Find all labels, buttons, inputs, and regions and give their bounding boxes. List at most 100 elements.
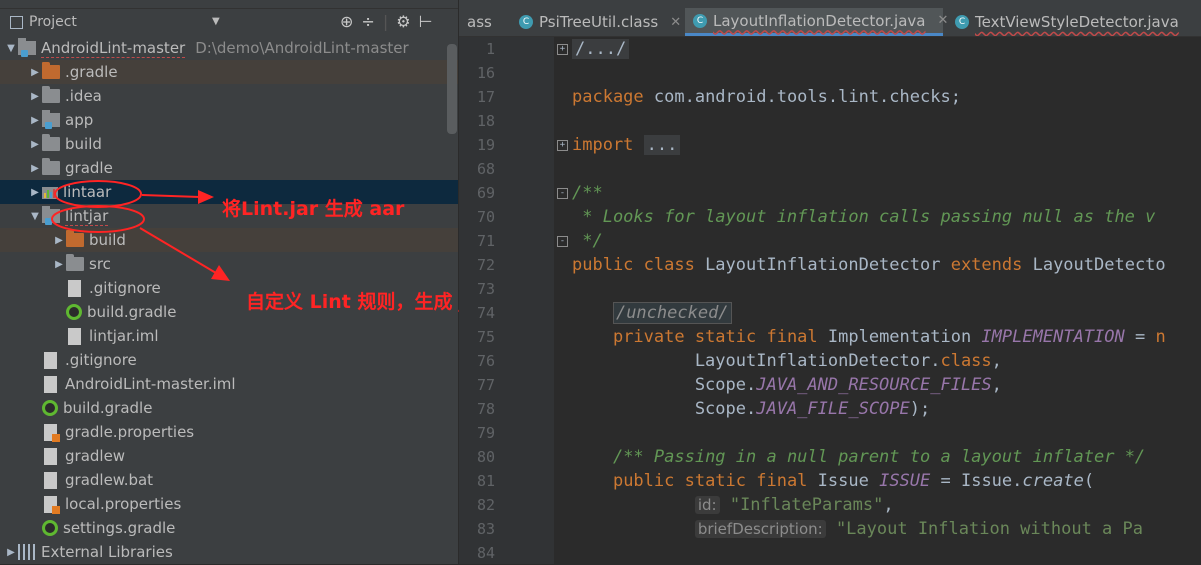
collapsed-arrow-icon[interactable]: ▶ xyxy=(28,115,42,126)
code-line[interactable]: private static final Implementation IMPL… xyxy=(572,325,1166,349)
project-title: Project xyxy=(29,14,77,30)
tree-item-label: gradlew.bat xyxy=(65,471,154,489)
tree-item-src[interactable]: ▶ src xyxy=(0,252,458,276)
tree-item-gradle-properties[interactable]: gradle.properties xyxy=(0,420,458,444)
tree-item-label: settings.gradle xyxy=(63,519,176,537)
line-number: 73 xyxy=(476,280,495,298)
tree-item-build[interactable]: ▶ build xyxy=(0,132,458,156)
excluded-folder-icon xyxy=(66,230,84,247)
tab-label: ass xyxy=(467,13,492,31)
code-line[interactable]: public static final Issue ISSUE = Issue.… xyxy=(572,469,1094,493)
code-line[interactable]: */ xyxy=(572,229,602,253)
project-view-selector[interactable]: Project xyxy=(10,12,77,32)
tree-item-settings-gradle[interactable]: settings.gradle xyxy=(0,516,458,540)
line-number: 18 xyxy=(476,112,495,130)
code-line[interactable]: * Looks for layout inflation calls passi… xyxy=(572,205,1155,229)
tree-item-local-properties[interactable]: local.properties xyxy=(0,492,458,516)
editor-tab-textviewstyledetector-java[interactable]: C TextViewStyleDetector.java xyxy=(947,8,1201,36)
collapsed-arrow-icon[interactable]: ▶ xyxy=(52,235,66,246)
collapsed-arrow-icon[interactable]: ▶ xyxy=(4,547,18,558)
lintjar-annotation: 自定义 Lint 规则，生成 jar xyxy=(246,291,488,313)
line-number: 79 xyxy=(476,424,495,442)
code-line[interactable]: /** xyxy=(572,181,603,205)
tree-item-label: lintjar xyxy=(65,206,109,226)
folder-icon xyxy=(66,254,84,271)
tree-item-label: lintjar.iml xyxy=(89,327,159,345)
toolbar-top-strip xyxy=(0,0,458,9)
tree-item-build[interactable]: ▶ build xyxy=(0,228,458,252)
code-line[interactable]: briefDescription: "Layout Inflation with… xyxy=(572,517,1143,541)
collapsed-arrow-icon[interactable]: ▶ xyxy=(28,187,42,198)
collapse-all-icon[interactable]: ÷ xyxy=(361,12,374,31)
tree-item-gradlew[interactable]: gradlew xyxy=(0,444,458,468)
properties-file-icon xyxy=(44,495,60,514)
tree-item-build-gradle[interactable]: build.gradle xyxy=(0,396,458,420)
code-line[interactable]: /unchecked/ xyxy=(572,301,732,325)
expanded-arrow-icon[interactable]: ▼ xyxy=(4,43,18,54)
tree-item-idea[interactable]: ▶ .idea xyxy=(0,84,458,108)
line-number: 81 xyxy=(476,472,495,490)
gear-icon[interactable]: ⚙ xyxy=(396,12,410,31)
collapsed-arrow-icon[interactable]: ▶ xyxy=(28,139,42,150)
properties-file-icon xyxy=(44,423,60,442)
line-number: 82 xyxy=(476,496,495,514)
code-line[interactable]: package com.android.tools.lint.checks; xyxy=(572,85,961,109)
code-line[interactable]: import ... xyxy=(572,133,681,157)
line-number: 68 xyxy=(476,160,495,178)
code-line[interactable]: /.../ xyxy=(572,37,630,61)
tree-item-gradlew-bat[interactable]: gradlew.bat xyxy=(0,468,458,492)
collapsed-arrow-icon[interactable]: ▶ xyxy=(28,67,42,78)
tree-item-label: .gitignore xyxy=(65,351,137,369)
editor-tab-ass[interactable]: ass xyxy=(459,8,509,36)
project-scrollbar[interactable] xyxy=(447,44,457,134)
tree-item-androidlint-master-iml[interactable]: AndroidLint-master.iml xyxy=(0,372,458,396)
line-number: 83 xyxy=(476,520,495,538)
collapsed-arrow-icon[interactable]: ▶ xyxy=(28,163,42,174)
tree-item-gradle[interactable]: ▶ .gradle xyxy=(0,60,458,84)
hide-icon[interactable]: ⊢ xyxy=(419,12,433,31)
code-line[interactable]: id: "InflateParams", xyxy=(572,493,894,517)
expand-fold-icon[interactable]: + xyxy=(557,140,568,151)
chevron-down-icon[interactable]: ▼ xyxy=(212,16,220,27)
expanded-arrow-icon[interactable]: ▼ xyxy=(28,211,42,222)
tree-item-androidlint-master[interactable]: ▼ AndroidLint-master D:\demo\AndroidLint-m… xyxy=(0,36,458,60)
collapsed-arrow-icon[interactable]: ▶ xyxy=(52,259,66,270)
collapse-fold-icon[interactable]: - xyxy=(557,188,568,199)
editor-tab-layoutinflationdetector-java[interactable]: C LayoutInflationDetector.java ✕ xyxy=(685,8,948,36)
gradle-icon xyxy=(42,400,58,416)
line-number: 84 xyxy=(476,544,495,562)
tree-item-external-libraries[interactable]: ▶ External Libraries xyxy=(0,540,458,564)
tree-item-label: gradle xyxy=(65,159,113,177)
code-line[interactable]: public class LayoutInflationDetector ext… xyxy=(572,253,1166,277)
tab-label: PsiTreeUtil.class xyxy=(539,13,659,31)
tree-item-gradle[interactable]: ▶ gradle xyxy=(0,156,458,180)
code-line[interactable]: LayoutInflationDetector.class, xyxy=(572,349,1002,373)
tree-item-label: app xyxy=(65,111,94,129)
project-toolbar-icons: ⊕ ÷ | ⚙ ⊢ xyxy=(340,12,432,31)
line-number: 19 xyxy=(476,136,495,154)
divider: | xyxy=(382,12,389,31)
tree-item-label: local.properties xyxy=(65,495,182,513)
class-file-icon: C xyxy=(519,15,533,29)
locate-icon[interactable]: ⊕ xyxy=(340,12,353,31)
line-number: 80 xyxy=(476,448,495,466)
tree-item-gitignore[interactable]: .gitignore xyxy=(0,348,458,372)
editor-tab-psitreeutil-class[interactable]: C PsiTreeUtil.class ✕ xyxy=(511,8,683,36)
line-number: 17 xyxy=(476,88,495,106)
tree-item-lintjar-iml[interactable]: lintjar.iml xyxy=(0,324,458,348)
module-icon xyxy=(18,38,36,57)
tree-item-label: lintaar xyxy=(63,183,112,201)
collapse-fold-icon[interactable]: - xyxy=(557,236,568,247)
code-line[interactable]: Scope.JAVA_AND_RESOURCE_FILES, xyxy=(572,373,1002,397)
tree-item-label: .idea xyxy=(65,87,102,105)
code-line[interactable]: Scope.JAVA_FILE_SCOPE); xyxy=(572,397,930,421)
line-number: 69 xyxy=(476,184,495,202)
tree-item-label: AndroidLint-master xyxy=(41,38,186,58)
tree-item-app[interactable]: ▶ app xyxy=(0,108,458,132)
excluded-folder-icon xyxy=(42,62,60,79)
expand-fold-icon[interactable]: + xyxy=(557,44,568,55)
close-tab-icon[interactable]: ✕ xyxy=(670,15,681,30)
folder-icon xyxy=(42,86,60,103)
collapsed-arrow-icon[interactable]: ▶ xyxy=(28,91,42,102)
code-line[interactable]: /** Passing in a null parent to a layout… xyxy=(572,445,1145,469)
